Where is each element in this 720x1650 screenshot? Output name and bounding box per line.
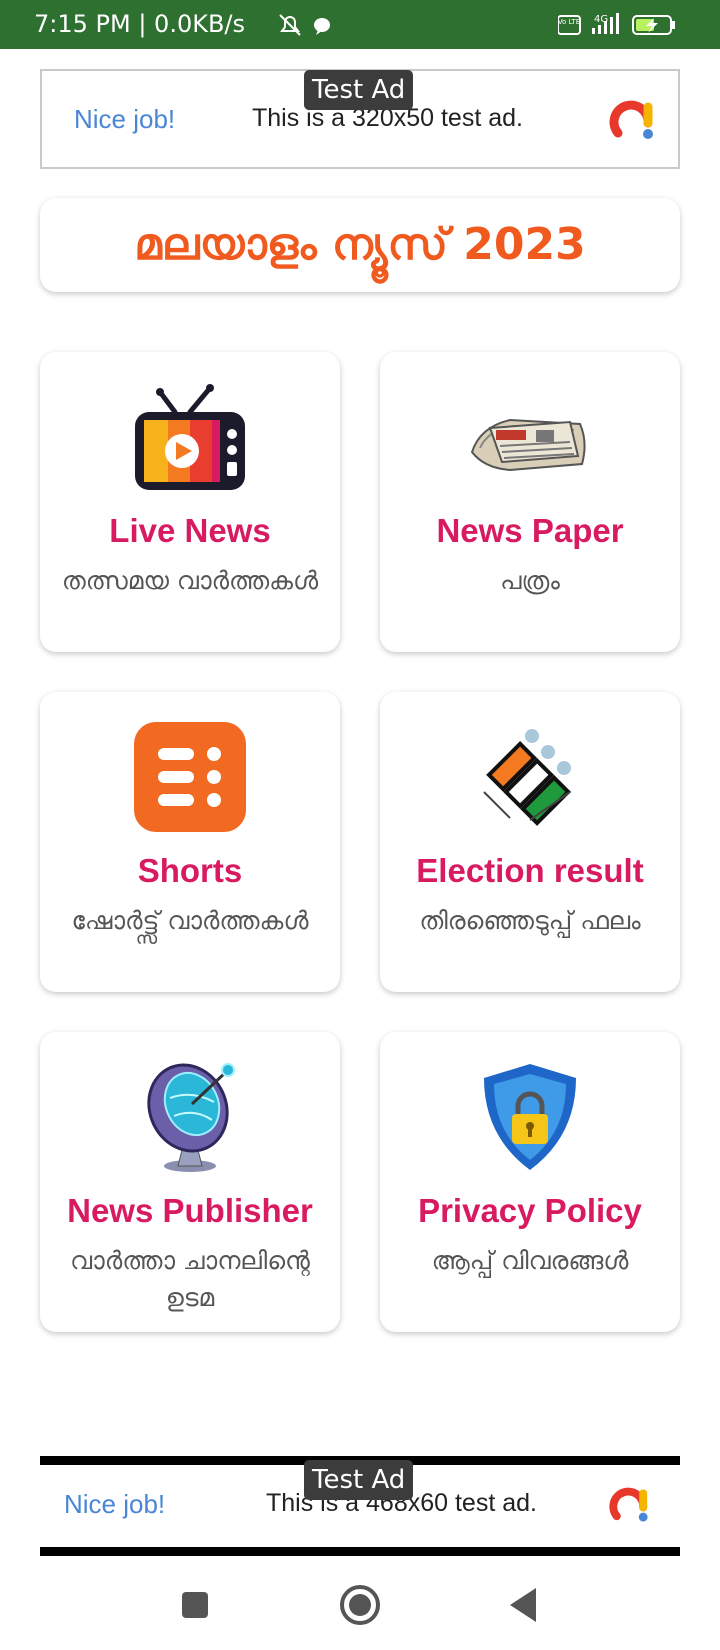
- card-title: News Paper: [436, 512, 624, 549]
- status-bar: 7:15 PM | 0.0KB/s Vo LTE 4G: [0, 0, 720, 49]
- status-time-speed: 7:15 PM | 0.0KB/s: [34, 10, 246, 38]
- ad-nice-job: Nice job!: [64, 1489, 166, 1519]
- system-nav-bar: [0, 1560, 720, 1650]
- card-subtitle: തത്സമയ വാർത്തകൾ: [61, 566, 319, 595]
- card-title: Election result: [416, 852, 644, 889]
- admob-logo-icon: [609, 1487, 648, 1522]
- card-privacy-policy[interactable]: Privacy Policy ആപ്പ് വിവരങ്ങൾ: [380, 1032, 680, 1332]
- card-shorts[interactable]: Shorts ഷോർട്ട്സ് വാർത്തകൾ: [40, 692, 340, 992]
- ad-nice-job: Nice job!: [74, 104, 176, 134]
- card-title: Live News: [109, 512, 271, 549]
- card-title: Privacy Policy: [418, 1192, 642, 1229]
- admob-logo-icon: [609, 100, 653, 139]
- shorts-icon: [134, 722, 246, 832]
- card-subtitle: ഷോർട്ട്സ് വാർത്തകൾ: [71, 906, 309, 935]
- card-subtitle: വാർത്താ ചാനലിന്റെ ഉടമ: [70, 1246, 310, 1312]
- app-title-card: മലയാളം ന്യൂസ് 2023: [40, 198, 680, 292]
- card-election-result[interactable]: Election result തിരഞ്ഞെടുപ്പ് ഫലം: [380, 692, 680, 992]
- card-title: News Publisher: [67, 1192, 313, 1229]
- card-news-publisher[interactable]: News Publisher വാർത്താ ചാനലിന്റെ ഉടമ: [40, 1032, 340, 1332]
- home-icon[interactable]: [335, 1580, 385, 1630]
- card-subtitle: പത്രം: [500, 566, 560, 595]
- card-subtitle: ആപ്പ് വിവരങ്ങൾ: [431, 1246, 629, 1275]
- newspaper-icon: [470, 418, 586, 472]
- battery-charging-icon: [632, 15, 675, 35]
- card-news-paper[interactable]: News Paper പത്രം: [380, 352, 680, 652]
- back-icon[interactable]: [500, 1580, 550, 1630]
- mute-icon: [279, 14, 301, 36]
- volte-label: Vo LTE: [558, 18, 580, 26]
- tv-icon: [135, 384, 245, 490]
- recent-apps-icon[interactable]: [170, 1580, 220, 1630]
- status-notification-icons: [279, 14, 330, 36]
- shield-lock-icon: [484, 1064, 576, 1170]
- card-subtitle: തിരഞ്ഞെടുപ്പ് ഫലം: [419, 906, 641, 935]
- test-ad-badge: Test Ad: [304, 1460, 414, 1500]
- card-live-news[interactable]: Live News തത്സമയ വാർത്തകൾ: [40, 352, 340, 652]
- election-commission-icon: [483, 729, 572, 826]
- status-right-icons: Vo LTE 4G: [557, 12, 688, 38]
- satellite-dish-icon: [147, 1063, 235, 1172]
- app-title: മലയാളം ന്യൂസ് 2023: [134, 219, 586, 270]
- chat-bubble-icon: [314, 18, 330, 35]
- card-title: Shorts: [137, 852, 243, 889]
- test-ad-badge: Test Ad: [304, 70, 414, 110]
